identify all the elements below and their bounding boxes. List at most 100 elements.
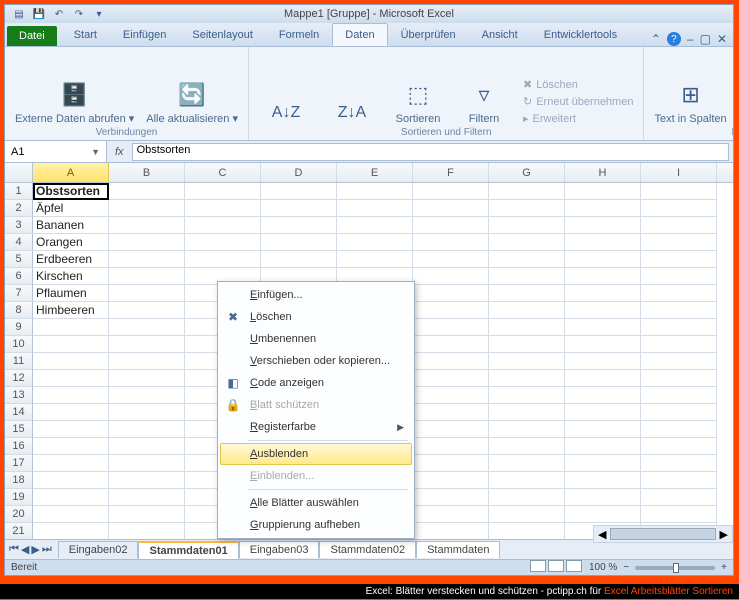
cell[interactable] [337,183,413,200]
cell[interactable] [641,472,717,489]
cell[interactable]: Kirschen [33,268,109,285]
cell[interactable] [33,438,109,455]
col-header-B[interactable]: B [109,163,185,182]
row-header[interactable]: 13 [5,387,33,404]
cell[interactable] [489,217,565,234]
cell[interactable] [33,489,109,506]
cell[interactable] [109,472,185,489]
sort-desc-button[interactable]: Z↓A [325,101,379,125]
sheet-tab[interactable]: Eingaben02 [58,541,139,558]
cell[interactable] [413,200,489,217]
cell[interactable] [337,217,413,234]
cell[interactable] [109,438,185,455]
cell[interactable] [413,523,489,540]
cell[interactable] [109,285,185,302]
cell[interactable] [641,421,717,438]
cell[interactable] [33,319,109,336]
cell[interactable] [641,404,717,421]
row-header[interactable]: 14 [5,404,33,421]
cell[interactable] [413,438,489,455]
cell[interactable] [489,506,565,523]
cell[interactable] [337,251,413,268]
cell[interactable]: Orangen [33,234,109,251]
file-tab[interactable]: Datei [7,26,57,46]
zoom-slider[interactable] [635,566,715,570]
cell[interactable] [413,285,489,302]
cell[interactable] [337,234,413,251]
cell[interactable] [565,285,641,302]
cell[interactable] [565,302,641,319]
cell[interactable] [413,506,489,523]
cell[interactable] [489,370,565,387]
cell[interactable] [185,251,261,268]
help-icon[interactable]: ? [667,32,681,46]
context-menu-item[interactable]: Registerfarbe▶ [220,416,412,438]
cell[interactable] [565,217,641,234]
cell[interactable] [641,251,717,268]
cell[interactable]: Obstsorten [33,183,109,200]
cell[interactable] [185,183,261,200]
cell[interactable] [261,183,337,200]
cell[interactable] [565,438,641,455]
cell[interactable] [33,404,109,421]
cell[interactable] [565,234,641,251]
view-buttons[interactable] [529,560,583,575]
cell[interactable] [109,183,185,200]
cell[interactable] [33,472,109,489]
row-header[interactable]: 5 [5,251,33,268]
col-header-C[interactable]: C [185,163,261,182]
cell[interactable] [641,455,717,472]
cell[interactable] [413,472,489,489]
cell[interactable] [337,200,413,217]
cell[interactable] [489,404,565,421]
sheet-nav-next-icon[interactable]: ▶ [31,543,39,556]
cell[interactable] [489,455,565,472]
undo-icon[interactable]: ↶ [51,7,67,21]
cell[interactable] [489,387,565,404]
tab-ansicht[interactable]: Ansicht [469,23,531,46]
cell[interactable] [109,421,185,438]
cell[interactable] [641,268,717,285]
cell[interactable] [109,404,185,421]
refresh-all-button[interactable]: 🔄 Alle aktualisieren ▾ [146,79,238,125]
cell[interactable] [33,455,109,472]
redo-icon[interactable]: ↷ [71,7,87,21]
cell[interactable] [261,200,337,217]
minimize-ribbon-icon[interactable]: ⌃ [651,32,661,46]
cell[interactable] [109,217,185,234]
cell[interactable] [641,336,717,353]
cell[interactable] [109,336,185,353]
qat-dropdown-icon[interactable]: ▾ [91,7,107,21]
cell[interactable] [413,455,489,472]
cell[interactable] [413,183,489,200]
sheet-nav-last-icon[interactable]: ⏭ [42,543,52,556]
cell[interactable] [565,353,641,370]
cell[interactable] [565,421,641,438]
cell[interactable] [185,217,261,234]
col-header-H[interactable]: H [565,163,641,182]
cell[interactable] [565,336,641,353]
cell[interactable] [413,217,489,234]
cell[interactable] [641,387,717,404]
close-icon[interactable]: ✕ [717,32,727,46]
cell[interactable] [489,353,565,370]
tab-ueberpruefen[interactable]: Überprüfen [388,23,469,46]
cell[interactable] [413,370,489,387]
name-box-dropdown-icon[interactable]: ▼ [91,147,100,157]
col-header-D[interactable]: D [261,163,337,182]
context-menu-item[interactable]: ◧Code anzeigen [220,372,412,394]
row-header[interactable]: 7 [5,285,33,302]
zoom-out-icon[interactable]: − [623,562,629,573]
cell[interactable] [261,217,337,234]
filter-button[interactable]: ▿ Filtern [457,79,511,125]
cell[interactable] [33,387,109,404]
tab-daten[interactable]: Daten [332,23,387,46]
cell[interactable] [489,489,565,506]
cell[interactable] [565,506,641,523]
cell[interactable] [565,387,641,404]
row-header[interactable]: 19 [5,489,33,506]
cell[interactable] [109,200,185,217]
cell[interactable] [109,506,185,523]
cell[interactable] [109,370,185,387]
row-header[interactable]: 3 [5,217,33,234]
